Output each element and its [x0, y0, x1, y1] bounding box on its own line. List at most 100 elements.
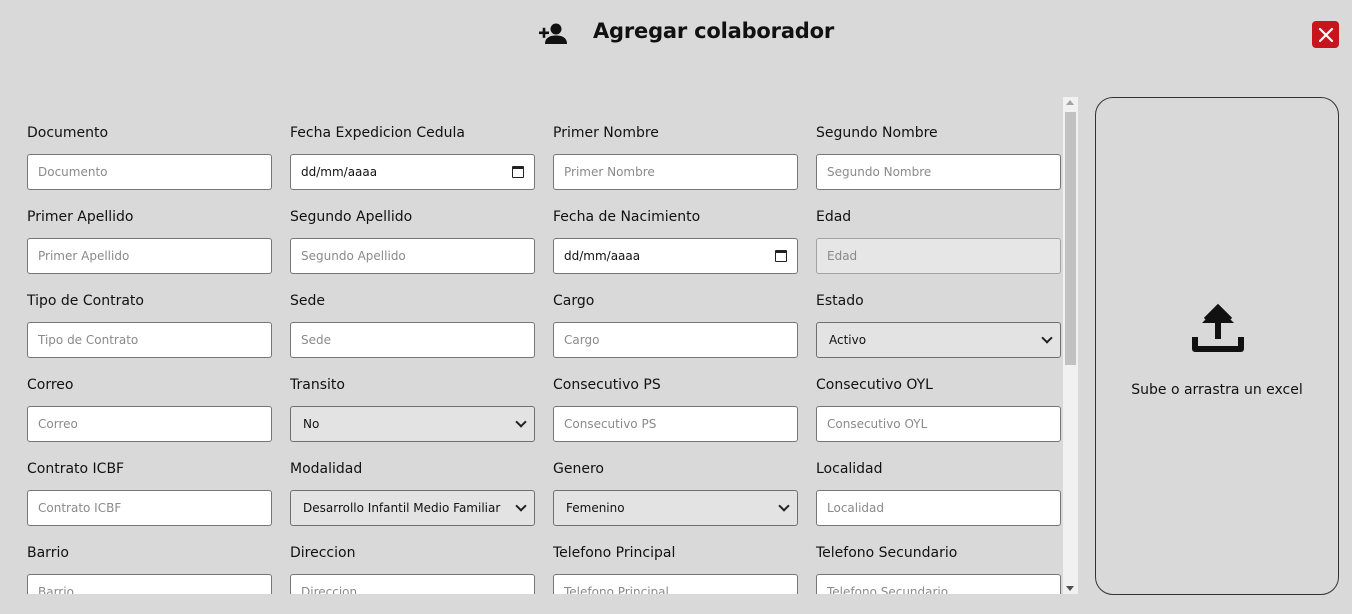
input-placeholder: Correo: [38, 417, 78, 431]
text-input[interactable]: Telefono Secundario: [816, 574, 1061, 594]
text-input[interactable]: Localidad: [816, 490, 1061, 526]
field-label: Consecutivo OYL: [816, 377, 933, 393]
text-input[interactable]: Consecutivo PS: [553, 406, 798, 442]
text-input[interactable]: Tipo de Contrato: [27, 322, 272, 358]
field-label: Consecutivo PS: [553, 377, 661, 393]
modal-title: Agregar colaborador: [593, 19, 835, 43]
scroll-down-arrow[interactable]: [1066, 586, 1074, 591]
scroll-thumb[interactable]: [1065, 112, 1076, 365]
field-label: Correo: [27, 377, 74, 393]
text-input[interactable]: Segundo Apellido: [290, 238, 535, 274]
input-placeholder: Telefono Secundario: [827, 585, 949, 594]
scroll-up-arrow[interactable]: [1066, 100, 1074, 105]
input-placeholder: Documento: [38, 165, 108, 179]
select-dropdown[interactable]: No: [290, 406, 535, 442]
text-input[interactable]: Primer Apellido: [27, 238, 272, 274]
input-placeholder: Tipo de Contrato: [38, 333, 139, 347]
text-input[interactable]: Consecutivo OYL: [816, 406, 1061, 442]
field-transito: Transito No: [290, 377, 535, 461]
field-fecha-de-nacimiento: Fecha de Nacimiento dd/mm/aaaa: [553, 209, 798, 293]
chevron-down-icon: [515, 416, 527, 428]
text-input-disabled: Edad: [816, 238, 1061, 274]
text-input[interactable]: Contrato ICBF: [27, 490, 272, 526]
field-label: Telefono Secundario: [816, 545, 958, 561]
text-input[interactable]: Barrio: [27, 574, 272, 594]
field-label: Transito: [290, 377, 345, 393]
field-fecha-expedicion-cedula: Fecha Expedicion Cedula dd/mm/aaaa: [290, 125, 535, 209]
field-genero: Genero Femenino: [553, 461, 798, 545]
field-documento: Documento Documento: [27, 125, 272, 209]
date-input[interactable]: dd/mm/aaaa: [553, 238, 798, 274]
field-label: Fecha Expedicion Cedula: [290, 125, 465, 141]
field-label: Estado: [816, 293, 864, 309]
input-placeholder: Direccion: [301, 585, 358, 594]
field-primer-apellido: Primer Apellido Primer Apellido: [27, 209, 272, 293]
calendar-icon[interactable]: [512, 166, 524, 178]
close-button[interactable]: [1312, 21, 1339, 48]
text-input[interactable]: Telefono Principal: [553, 574, 798, 594]
chevron-down-icon: [778, 500, 790, 512]
text-input[interactable]: Segundo Nombre: [816, 154, 1061, 190]
upload-icon: [1192, 303, 1244, 352]
select-dropdown[interactable]: Desarrollo Infantil Medio Familiar: [290, 490, 535, 526]
field-label: Genero: [553, 461, 604, 477]
field-segundo-apellido: Segundo Apellido Segundo Apellido: [290, 209, 535, 293]
field-primer-nombre: Primer Nombre Primer Nombre: [553, 125, 798, 209]
input-placeholder: Contrato ICBF: [38, 501, 122, 515]
input-placeholder: Telefono Principal: [564, 585, 669, 594]
field-consecutivo-oyl: Consecutivo OYL Consecutivo OYL: [816, 377, 1061, 461]
field-telefono-secundario: Telefono Secundario Telefono Secundario: [816, 545, 1061, 594]
field-label: Cargo: [553, 293, 595, 309]
date-input[interactable]: dd/mm/aaaa: [290, 154, 535, 190]
form-scrollbar[interactable]: [1063, 97, 1078, 594]
person-add-icon: [539, 23, 567, 44]
field-label: Sede: [290, 293, 325, 309]
select-dropdown[interactable]: Femenino: [553, 490, 798, 526]
input-placeholder: Sede: [301, 333, 331, 347]
close-icon: [1318, 27, 1333, 42]
field-label: Modalidad: [290, 461, 363, 477]
field-modalidad: Modalidad Desarrollo Infantil Medio Famil…: [290, 461, 535, 545]
field-segundo-nombre: Segundo Nombre Segundo Nombre: [816, 125, 1061, 209]
field-localidad: Localidad Localidad: [816, 461, 1061, 545]
text-input[interactable]: Documento: [27, 154, 272, 190]
select-value: Femenino: [566, 501, 625, 515]
text-input[interactable]: Correo: [27, 406, 272, 442]
field-label: Edad: [816, 209, 852, 225]
input-placeholder: Consecutivo OYL: [827, 417, 928, 431]
input-placeholder: Barrio: [38, 585, 74, 594]
input-placeholder: Segundo Nombre: [827, 165, 932, 179]
field-label: Fecha de Nacimiento: [553, 209, 701, 225]
input-placeholder: Segundo Apellido: [301, 249, 406, 263]
field-correo: Correo Correo: [27, 377, 272, 461]
field-label: Documento: [27, 125, 109, 141]
modal-header: Agregar colaborador: [0, 0, 1352, 70]
input-placeholder: Edad: [827, 249, 858, 263]
field-label: Localidad: [816, 461, 883, 477]
field-sede: Sede Sede: [290, 293, 535, 377]
input-placeholder: Consecutivo PS: [564, 417, 657, 431]
chevron-down-icon: [1041, 332, 1053, 344]
text-input[interactable]: Cargo: [553, 322, 798, 358]
text-input[interactable]: Primer Nombre: [553, 154, 798, 190]
input-placeholder: Cargo: [564, 333, 600, 347]
form-scroll-area[interactable]: Documento Documento Fecha Expedicion Cedul…: [18, 97, 1078, 594]
select-dropdown[interactable]: Activo: [816, 322, 1061, 358]
text-input[interactable]: Sede: [290, 322, 535, 358]
field-label: Segundo Nombre: [816, 125, 938, 141]
chevron-down-icon: [515, 500, 527, 512]
field-label: Telefono Principal: [553, 545, 676, 561]
field-label: Tipo de Contrato: [27, 293, 144, 309]
text-input[interactable]: Direccion: [290, 574, 535, 594]
calendar-icon[interactable]: [775, 250, 787, 262]
field-consecutivo-ps: Consecutivo PS Consecutivo PS: [553, 377, 798, 461]
field-cargo: Cargo Cargo: [553, 293, 798, 377]
input-placeholder: Primer Nombre: [564, 165, 655, 179]
field-contrato-icbf: Contrato ICBF Contrato ICBF: [27, 461, 272, 545]
field-telefono-principal: Telefono Principal Telefono Principal: [553, 545, 798, 594]
field-label: Segundo Apellido: [290, 209, 413, 225]
input-placeholder: Localidad: [827, 501, 885, 515]
field-label: Direccion: [290, 545, 356, 561]
field-label: Primer Apellido: [27, 209, 134, 225]
excel-upload-dropzone[interactable]: Sube o arrastra un excel: [1095, 97, 1339, 595]
